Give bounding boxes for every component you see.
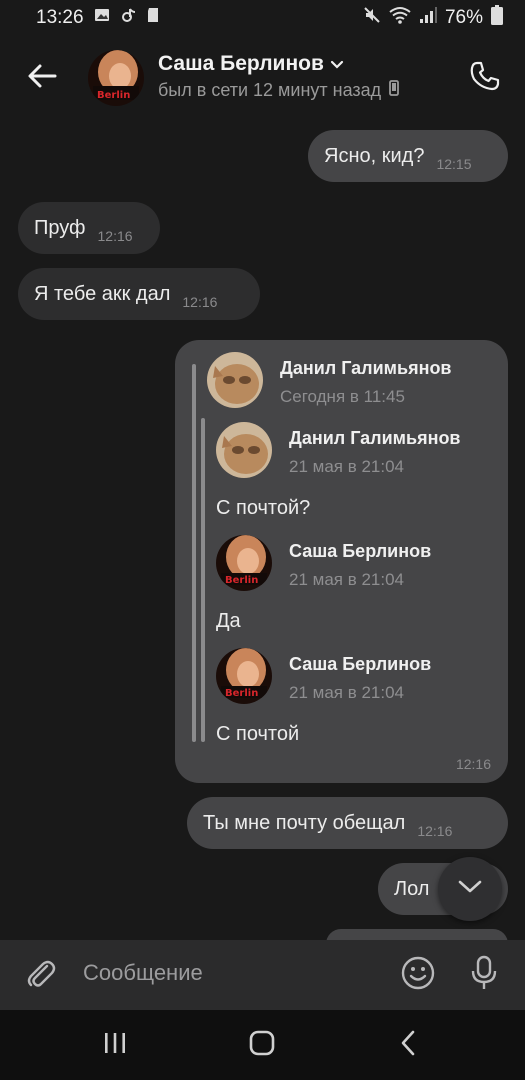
wifi-icon — [389, 6, 411, 30]
emoji-icon — [400, 955, 436, 996]
message-bubble-incoming[interactable]: Пруф 12:16 — [18, 202, 160, 254]
forwarded-item-text: С почтой — [216, 723, 300, 745]
message-time: 12:16 — [455, 756, 491, 772]
scroll-to-bottom-button[interactable] — [438, 857, 502, 921]
forward-author-date: Сегодня в 11:45 — [280, 387, 405, 406]
back-arrow-icon — [27, 63, 57, 94]
message-input[interactable]: Сообщение — [83, 960, 203, 986]
forwarded-item-avatar[interactable]: Berlin — [216, 535, 272, 591]
message-text: Ясно, кид? — [324, 144, 425, 167]
forwarded-message-card[interactable]: Данил Галимьянов Сегодня в 11:45 Данил Г… — [175, 340, 508, 783]
message-text: Ты мне почту обещал — [203, 811, 406, 834]
phone-icon — [469, 60, 501, 97]
forwarded-item-date: 21 мая в 21:04 — [289, 683, 404, 702]
nested-quote-line — [201, 418, 205, 742]
forwarded-item-date: 21 мая в 21:04 — [289, 457, 404, 476]
system-back-button[interactable] — [388, 1025, 428, 1065]
emoji-button[interactable] — [398, 955, 438, 995]
home-icon — [248, 1029, 276, 1062]
system-nav-bar — [0, 1010, 525, 1080]
sd-card-icon — [146, 7, 160, 29]
recent-apps-button[interactable] — [95, 1025, 135, 1065]
mobile-device-icon — [389, 80, 400, 101]
contact-status: был в сети 12 минут назад — [158, 80, 400, 101]
recent-apps-icon — [102, 1031, 128, 1060]
message-text: Пруф — [34, 216, 86, 239]
message-text: Я тебе акк дал — [34, 282, 171, 305]
contact-avatar[interactable]: Berlin — [88, 50, 144, 106]
message-time: 12:16 — [97, 228, 133, 244]
forward-quote-line — [192, 364, 196, 742]
call-button[interactable] — [465, 58, 505, 98]
forwarded-item-text: Да — [216, 610, 241, 632]
mute-icon — [363, 6, 381, 30]
voice-message-button[interactable] — [464, 955, 504, 995]
chevron-down-icon — [330, 52, 344, 76]
forwarded-item-text: С почтой? — [216, 497, 311, 519]
forwarded-item-avatar[interactable]: Berlin — [216, 648, 272, 704]
forward-author-name: Данил Галимьянов — [280, 358, 452, 378]
status-time: 13:26 — [36, 7, 84, 28]
forwarded-item-avatar[interactable] — [216, 422, 272, 478]
tiktok-notification-icon — [120, 7, 136, 29]
back-chevron-icon — [398, 1029, 418, 1062]
message-time: 12:15 — [436, 156, 472, 172]
message-bubble-outgoing[interactable]: Ты мне почту обещал 12:16 — [187, 797, 508, 849]
avatar-badge-text: Berlin — [225, 575, 258, 586]
battery-percent: 76% — [444, 7, 483, 28]
status-bar: 13:26 76% — [0, 0, 525, 36]
paperclip-icon — [23, 956, 57, 995]
contact-status-text: был в сети 12 минут назад — [158, 80, 382, 100]
message-bubble-outgoing[interactable]: Ясно, кид? 12:15 — [308, 130, 508, 182]
contact-name-text: Саша Берлинов — [158, 52, 324, 75]
home-button[interactable] — [242, 1025, 282, 1065]
message-text: Лол — [394, 877, 430, 900]
microphone-icon — [469, 955, 499, 996]
forwarded-item-name: Саша Берлинов — [289, 654, 432, 674]
message-bubble-incoming[interactable]: Я тебе акк дал 12:16 — [18, 268, 260, 320]
avatar-badge-text: Berlin — [225, 688, 258, 699]
message-time: 12:16 — [182, 294, 218, 310]
forward-author-avatar[interactable] — [207, 352, 263, 408]
message-composer: Сообщение — [0, 940, 525, 1010]
attach-button[interactable] — [20, 955, 60, 995]
chat-header: Berlin Саша Берлинов был в сети 12 минут… — [0, 36, 525, 120]
gallery-notification-icon — [94, 7, 110, 29]
message-time: 12:16 — [417, 823, 453, 839]
back-button[interactable] — [22, 58, 62, 98]
battery-icon — [491, 5, 503, 31]
forwarded-item-name: Саша Берлинов — [289, 541, 432, 561]
avatar-badge-text: Berlin — [97, 90, 130, 101]
signal-icon — [419, 6, 437, 30]
forwarded-item-name: Данил Галимьянов — [289, 428, 461, 448]
chevron-down-icon — [457, 879, 483, 900]
forwarded-item-date: 21 мая в 21:04 — [289, 570, 404, 589]
contact-name[interactable]: Саша Берлинов — [158, 52, 399, 76]
